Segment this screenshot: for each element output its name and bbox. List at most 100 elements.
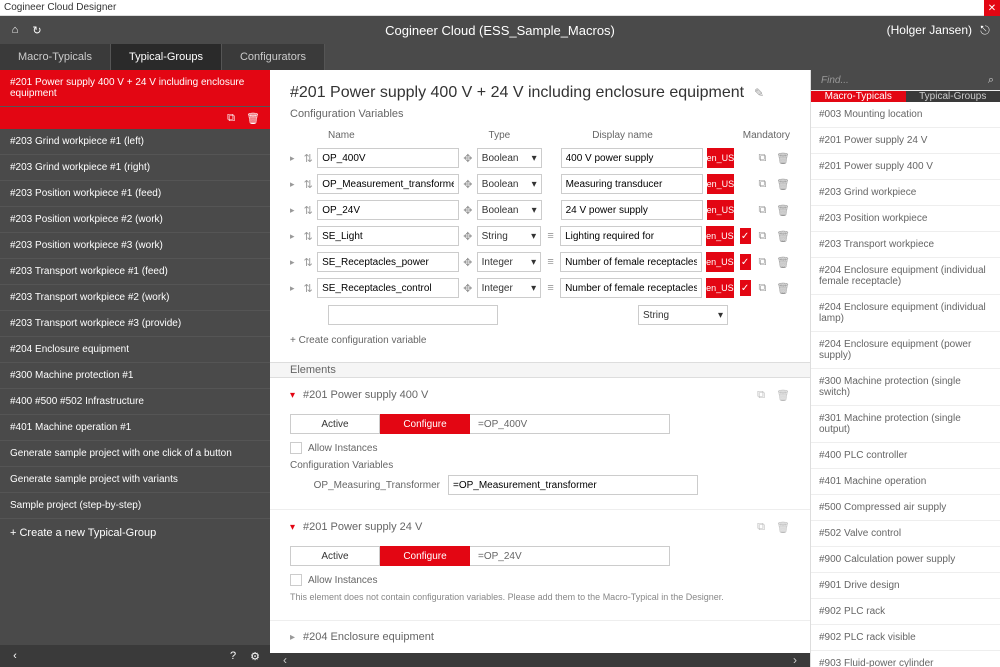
sidebar-item[interactable]: #203 Transport workpiece #1 (feed): [0, 259, 270, 285]
chevron-right-icon[interactable]: ▸: [290, 632, 295, 643]
var-display-input[interactable]: [561, 148, 703, 168]
chevron-left-icon[interactable]: ‹: [8, 649, 22, 663]
sidebar-item[interactable]: Generate sample project with one click o…: [0, 441, 270, 467]
delete-icon[interactable]: 🗑: [776, 282, 790, 295]
search-input[interactable]: [817, 70, 988, 90]
field-value-input[interactable]: [448, 475, 698, 495]
move-icon[interactable]: ✥: [463, 152, 473, 165]
var-display-input[interactable]: [561, 200, 703, 220]
sidebar-item[interactable]: #203 Transport workpiece #3 (provide): [0, 311, 270, 337]
delete-icon[interactable]: 🗑: [776, 204, 790, 217]
right-list-item[interactable]: #204 Enclosure equipment (individual fem…: [811, 258, 1000, 295]
drag-handle-icon[interactable]: ⇅: [304, 204, 314, 217]
var-name-input[interactable]: [317, 148, 459, 168]
var-type-select[interactable]: Boolean▾: [477, 148, 542, 168]
var-type-select[interactable]: Boolean▾: [477, 200, 542, 220]
right-list-item[interactable]: #301 Machine protection (single output): [811, 406, 1000, 443]
tab-macro-typicals[interactable]: Macro-Typicals: [0, 44, 111, 70]
right-tab-macro-typicals[interactable]: Macro-Typicals: [811, 91, 906, 102]
search-icon[interactable]: ⌕: [988, 74, 994, 87]
sidebar-item[interactable]: Sample project (step-by-step): [0, 493, 270, 519]
copy-icon[interactable]: ⧉: [758, 152, 768, 165]
drag-handle-icon[interactable]: ⇅: [304, 178, 314, 191]
edit-icon[interactable]: ✎: [752, 86, 766, 100]
move-icon[interactable]: ✥: [463, 282, 473, 295]
right-list-item[interactable]: #203 Position workpiece: [811, 206, 1000, 232]
copy-icon[interactable]: ⧉: [759, 282, 769, 295]
chevron-right-icon[interactable]: ▸: [290, 231, 300, 242]
move-icon[interactable]: ✥: [463, 230, 473, 243]
copy-icon[interactable]: ⧉: [759, 230, 769, 243]
lang-badge[interactable]: en_US: [706, 278, 734, 298]
move-icon[interactable]: ✥: [463, 204, 473, 217]
drag-handle-icon[interactable]: ⇅: [304, 282, 314, 295]
copy-icon[interactable]: ⧉: [758, 178, 768, 191]
right-list-item[interactable]: #201 Power supply 400 V: [811, 154, 1000, 180]
right-list-item[interactable]: #502 Valve control: [811, 521, 1000, 547]
var-name-input[interactable]: [317, 200, 459, 220]
right-list-item[interactable]: #903 Fluid-power cylinder: [811, 651, 1000, 667]
copy-icon[interactable]: ⧉: [754, 388, 768, 402]
copy-icon[interactable]: ⧉: [754, 520, 768, 534]
right-list-item[interactable]: #203 Grind workpiece: [811, 180, 1000, 206]
chevron-right-icon[interactable]: ▸: [290, 283, 300, 294]
chevron-right-icon[interactable]: ▸: [290, 179, 300, 190]
var-type-select[interactable]: String▾: [477, 226, 542, 246]
right-list-item[interactable]: #902 PLC rack visible: [811, 625, 1000, 651]
new-var-type-select[interactable]: String ▾: [638, 305, 728, 325]
active-toggle[interactable]: Active: [290, 414, 380, 434]
var-name-input[interactable]: [317, 226, 459, 246]
list-icon[interactable]: ≡: [545, 282, 556, 294]
copy-icon[interactable]: ⧉: [224, 111, 238, 125]
right-list-item[interactable]: #901 Drive design: [811, 573, 1000, 599]
refresh-icon[interactable]: ↻: [30, 23, 44, 37]
move-icon[interactable]: ✥: [463, 178, 473, 191]
var-name-input[interactable]: [317, 252, 459, 272]
right-list-item[interactable]: #201 Power supply 24 V: [811, 128, 1000, 154]
list-icon[interactable]: ≡: [545, 230, 556, 242]
sidebar-item[interactable]: #203 Transport workpiece #2 (work): [0, 285, 270, 311]
create-typical-group[interactable]: + Create a new Typical-Group: [0, 519, 270, 547]
sidebar-item[interactable]: Generate sample project with variants: [0, 467, 270, 493]
sidebar-item[interactable]: #203 Grind workpiece #1 (left): [0, 129, 270, 155]
delete-icon[interactable]: 🗑: [776, 520, 790, 534]
lang-badge[interactable]: en_US: [706, 226, 734, 246]
tab-configurators[interactable]: Configurators: [222, 44, 325, 70]
configure-value[interactable]: =OP_400V: [470, 414, 670, 434]
right-list-item[interactable]: #401 Machine operation: [811, 469, 1000, 495]
chevron-right-icon[interactable]: ▸: [290, 257, 300, 268]
var-display-input[interactable]: [560, 252, 702, 272]
tab-typical-groups[interactable]: Typical-Groups: [111, 44, 222, 70]
list-icon[interactable]: ≡: [545, 256, 556, 268]
sidebar-item[interactable]: #201 Power supply 400 V + 24 V including…: [0, 70, 270, 107]
delete-icon[interactable]: 🗑: [776, 256, 790, 269]
sidebar-item[interactable]: #300 Machine protection #1: [0, 363, 270, 389]
chevron-right-icon[interactable]: ›: [788, 653, 802, 667]
right-list-item[interactable]: #400 PLC controller: [811, 443, 1000, 469]
logout-icon[interactable]: ⎋: [978, 23, 992, 37]
var-display-input[interactable]: [560, 226, 702, 246]
create-config-var[interactable]: + Create configuration variable: [270, 329, 810, 352]
help-icon[interactable]: ?: [226, 649, 240, 663]
var-type-select[interactable]: Integer▾: [477, 252, 542, 272]
move-icon[interactable]: ✥: [463, 256, 473, 269]
right-list-item[interactable]: #902 PLC rack: [811, 599, 1000, 625]
lang-badge[interactable]: en_US: [706, 252, 734, 272]
mandatory-checkbox[interactable]: ✓: [740, 228, 751, 244]
chevron-left-icon[interactable]: ‹: [278, 653, 292, 667]
delete-icon[interactable]: 🗑: [776, 178, 790, 191]
drag-handle-icon[interactable]: ⇅: [304, 256, 314, 269]
chevron-down-icon[interactable]: ▾: [290, 390, 295, 401]
configure-toggle[interactable]: Configure: [380, 414, 470, 434]
var-display-input[interactable]: [560, 278, 702, 298]
right-list-item[interactable]: #203 Transport workpiece: [811, 232, 1000, 258]
right-list-item[interactable]: #003 Mounting location: [811, 102, 1000, 128]
right-list-item[interactable]: #204 Enclosure equipment (individual lam…: [811, 295, 1000, 332]
delete-icon[interactable]: 🗑: [246, 111, 260, 125]
copy-icon[interactable]: ⧉: [758, 204, 768, 217]
right-list-item[interactable]: #900 Calculation power supply: [811, 547, 1000, 573]
sidebar-item[interactable]: #204 Enclosure equipment: [0, 337, 270, 363]
mandatory-checkbox[interactable]: ✓: [740, 254, 751, 270]
configure-value[interactable]: =OP_24V: [470, 546, 670, 566]
var-display-input[interactable]: [561, 174, 703, 194]
